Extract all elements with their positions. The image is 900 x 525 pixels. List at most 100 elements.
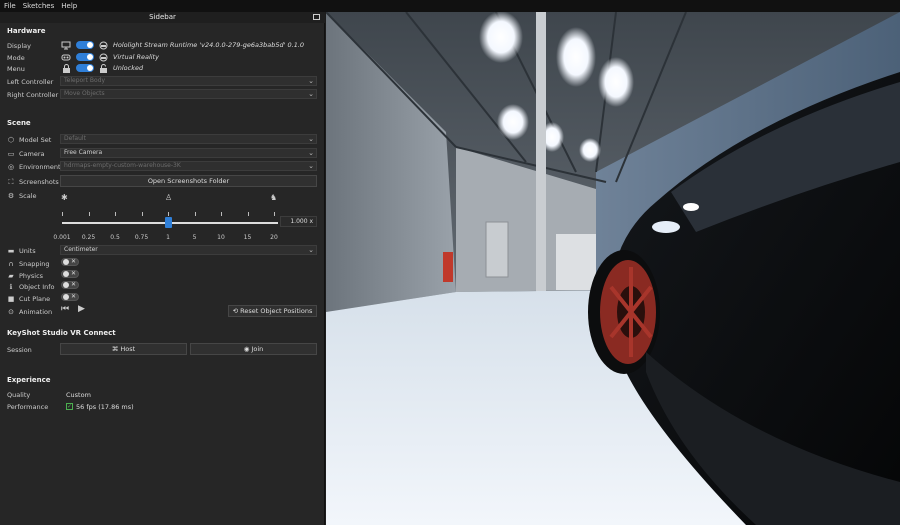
headset-icon (99, 41, 108, 50)
physics-label: Physics (19, 271, 44, 280)
sidebar-panel: Sidebar Hardware Display Hololight Strea… (0, 12, 325, 525)
model-set-value: Default (64, 135, 86, 142)
scale-label: Scale (19, 191, 37, 200)
quality-label: Quality (7, 390, 31, 399)
right-controller-label: Right Controller (7, 90, 59, 99)
chevron-down-icon: ⌄ (308, 246, 314, 254)
scale-value-field[interactable]: 1.000 x (280, 216, 317, 227)
scale-tick-label: 15 (243, 234, 252, 241)
camera-dropdown[interactable]: Free Camera ⌄ (60, 148, 317, 158)
sidebar-title: Sidebar (149, 13, 176, 21)
units-label: Units (19, 246, 36, 255)
scale-tick-label: 0.25 (81, 234, 96, 241)
reset-object-positions-label: Reset Object Positions (240, 307, 313, 315)
play-icon[interactable]: ▶ (78, 304, 85, 314)
physics-toggle[interactable]: ✕ (61, 270, 79, 278)
units-label-wrap: ▬ Units (7, 247, 62, 255)
scale-tick (141, 212, 143, 216)
object-info-label: Object Info (19, 282, 55, 291)
scale-slider-thumb[interactable] (165, 217, 172, 228)
bug-icon: ✱ (61, 193, 68, 202)
left-controller-value: Teleport Body (64, 77, 106, 84)
cut-plane-toggle[interactable]: ✕ (61, 293, 79, 301)
object-info-toggle[interactable]: ✕ (61, 281, 79, 289)
camera-label-wrap: ▭ Camera (7, 150, 62, 158)
camera-label: Camera (19, 149, 45, 158)
ruler-icon: ▬ (7, 246, 15, 255)
3d-viewport[interactable] (326, 12, 900, 525)
scene-heading: Scene (7, 119, 31, 127)
lock-icon (63, 64, 70, 73)
reset-object-positions-button[interactable]: ⟲ Reset Object Positions (228, 305, 317, 317)
performance-label: Performance (7, 402, 49, 411)
menu-sketches[interactable]: Sketches (23, 2, 55, 10)
display-toggle[interactable] (76, 41, 94, 49)
object-info-label-wrap: ℹ Object Info (7, 283, 62, 291)
camera-icon: ▭ (7, 149, 15, 158)
headset-icon (99, 53, 108, 62)
session-label: Session (7, 345, 32, 354)
menu-file[interactable]: File (4, 2, 16, 10)
display-label: Display (7, 41, 31, 50)
toggle-knob (63, 259, 69, 265)
animation-icon: ⊙ (8, 307, 14, 316)
snapping-row: ∩ Snapping (7, 258, 319, 269)
mode-row: Mode (7, 52, 319, 63)
environment-dropdown[interactable]: hdrmaps-empty-custom-warehouse-3K ⌄ (60, 161, 317, 171)
menu-toggle[interactable] (76, 64, 94, 72)
scale-tick (62, 212, 63, 216)
chevron-down-icon: ⌄ (308, 77, 314, 85)
toggle-knob (63, 271, 69, 277)
screenshots-label-wrap: ⛶ Screenshots (7, 178, 62, 186)
mode-toggle[interactable] (76, 53, 94, 61)
snapping-toggle[interactable]: ✕ (61, 258, 79, 266)
vr-goggles-icon (61, 54, 71, 61)
animation-label-wrap: ⊙ Animation (7, 308, 62, 316)
popout-icon[interactable] (313, 14, 320, 20)
join-button[interactable]: ◉ Join (190, 343, 317, 355)
cut-plane-label: Cut Plane (19, 294, 51, 303)
scale-tick-label: 20 (270, 234, 278, 241)
person-icon: ♙ (165, 193, 173, 202)
monitor-icon (61, 41, 71, 50)
performance-row: Performance ✓ 56 fps (17.86 ms) (7, 401, 319, 412)
scale-tick (194, 212, 196, 216)
model-set-label: Model Set (19, 135, 52, 144)
x-icon: ✕ (70, 293, 76, 300)
physics-row: ▰ Physics (7, 270, 319, 281)
menu-help[interactable]: Help (61, 2, 77, 10)
x-icon: ✕ (70, 281, 76, 288)
units-dropdown[interactable]: Centimeter ⌄ (60, 245, 317, 255)
environment-label: Environment (19, 162, 61, 171)
menu-value: Unlocked (113, 64, 144, 72)
model-set-dropdown[interactable]: Default ⌄ (60, 134, 317, 144)
skip-back-icon[interactable]: ⏮ (61, 304, 69, 314)
environment-value: hdrmaps-empty-custom-warehouse-3K (64, 162, 181, 169)
scale-tick-label: 5 (192, 234, 197, 241)
sidebar-title-bar: Sidebar (0, 12, 325, 23)
scale-tick-label: 0.001 (53, 234, 71, 241)
scale-tick (247, 212, 249, 216)
snapping-label-wrap: ∩ Snapping (7, 260, 62, 268)
chevron-down-icon: ⌄ (308, 90, 314, 98)
scale-icon: ⚙ (7, 191, 15, 200)
snapping-label: Snapping (19, 259, 50, 268)
toggle-knob (63, 282, 69, 288)
performance-value: 56 fps (17.86 ms) (76, 402, 134, 411)
chevron-down-icon: ⌄ (308, 135, 314, 143)
info-icon: ℹ (9, 282, 13, 291)
left-controller-dropdown[interactable]: Teleport Body ⌄ (60, 76, 317, 86)
globe-icon: ◎ (7, 162, 15, 171)
physics-icon: ▰ (8, 271, 14, 280)
magnet-icon: ∩ (8, 259, 14, 268)
right-controller-dropdown[interactable]: Move Objects ⌄ (60, 89, 317, 99)
animation-label: Animation (19, 307, 53, 316)
host-button[interactable]: ⌘ Host (60, 343, 187, 355)
dinosaur-icon: ♞ (270, 193, 278, 202)
environment-label-wrap: ◎ Environment (7, 163, 62, 171)
mode-label: Mode (7, 53, 25, 62)
open-screenshots-folder-button[interactable]: Open Screenshots Folder (60, 175, 317, 187)
left-controller-label: Left Controller (7, 77, 54, 86)
quality-value: Custom (66, 390, 91, 399)
menu-bar: File Sketches Help (0, 0, 900, 12)
